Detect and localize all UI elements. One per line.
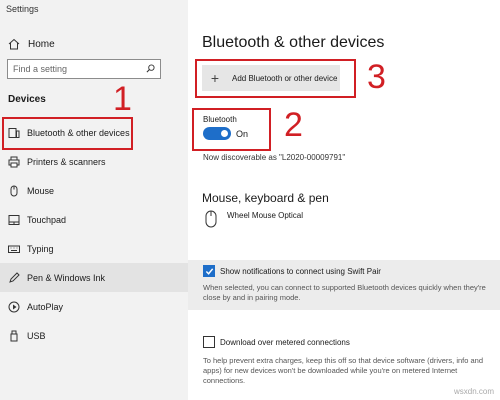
sidebar-item-printers[interactable]: Printers & scanners xyxy=(0,147,188,176)
swift-pair-checkbox[interactable] xyxy=(203,265,215,277)
sidebar-item-label: Pen & Windows Ink xyxy=(27,272,106,283)
sidebar-item-usb[interactable]: USB xyxy=(0,321,188,350)
pen-icon xyxy=(8,271,20,284)
annotation-box-2 xyxy=(192,108,271,151)
section-title: Devices xyxy=(8,94,46,105)
swift-pair-description: When selected, you can connect to suppor… xyxy=(203,283,486,302)
sidebar-nav: Bluetooth & other devices Printers & sca… xyxy=(0,118,188,350)
keyboard-icon xyxy=(8,243,20,255)
app-title: Settings xyxy=(6,4,39,14)
sidebar-item-mouse[interactable]: Mouse xyxy=(0,176,188,205)
page-title: Bluetooth & other devices xyxy=(202,34,385,51)
device-name: Wheel Mouse Optical xyxy=(227,211,304,220)
annotation-number-1: 1 xyxy=(113,80,132,118)
search-input[interactable]: Find a setting xyxy=(7,59,161,79)
device-item[interactable]: Wheel Mouse Optical xyxy=(205,210,303,233)
sidebar-item-label: AutoPlay xyxy=(27,301,64,312)
sidebar-item-typing[interactable]: Typing xyxy=(0,234,188,263)
annotation-box-3 xyxy=(195,59,356,98)
swift-pair-label: Show notifications to connect using Swif… xyxy=(220,267,381,276)
sidebar-item-label: Mouse xyxy=(27,185,55,196)
annotation-number-2: 2 xyxy=(284,106,303,144)
usb-icon xyxy=(8,330,20,342)
sidebar-item-label: Typing xyxy=(27,243,54,254)
sidebar-item-label: Touchpad xyxy=(27,214,67,225)
annotation-number-3: 3 xyxy=(367,58,386,96)
metered-description: To help prevent extra charges, keep this… xyxy=(203,356,484,385)
sidebar-item-label: USB xyxy=(27,330,46,341)
sidebar-item-touchpad[interactable]: Touchpad xyxy=(0,205,188,234)
home-label: Home xyxy=(28,38,55,50)
autoplay-icon xyxy=(8,301,20,313)
sidebar-item-pen[interactable]: Pen & Windows Ink xyxy=(0,263,188,292)
mouse-device-icon xyxy=(205,210,217,233)
metered-label: Download over metered connections xyxy=(220,338,350,347)
sidebar-item-label: Printers & scanners xyxy=(27,156,106,167)
mouse-section-title: Mouse, keyboard & pen xyxy=(202,191,329,205)
watermark: wsxdn.com xyxy=(453,387,494,396)
search-placeholder: Find a setting xyxy=(13,64,68,74)
annotation-box-1 xyxy=(2,117,133,150)
home-link[interactable]: Home xyxy=(8,36,55,52)
checkmark-icon xyxy=(205,268,214,275)
home-icon xyxy=(8,38,20,50)
sidebar: Settings Home Find a setting Devices Blu… xyxy=(0,0,188,400)
printer-icon xyxy=(8,156,20,168)
discoverable-text: Now discoverable as "L2020-00009791" xyxy=(203,153,346,162)
search-icon[interactable] xyxy=(146,63,155,75)
mouse-icon xyxy=(8,185,20,197)
metered-checkbox[interactable] xyxy=(203,336,215,348)
touchpad-icon xyxy=(8,214,20,226)
sidebar-item-autoplay[interactable]: AutoPlay xyxy=(0,292,188,321)
